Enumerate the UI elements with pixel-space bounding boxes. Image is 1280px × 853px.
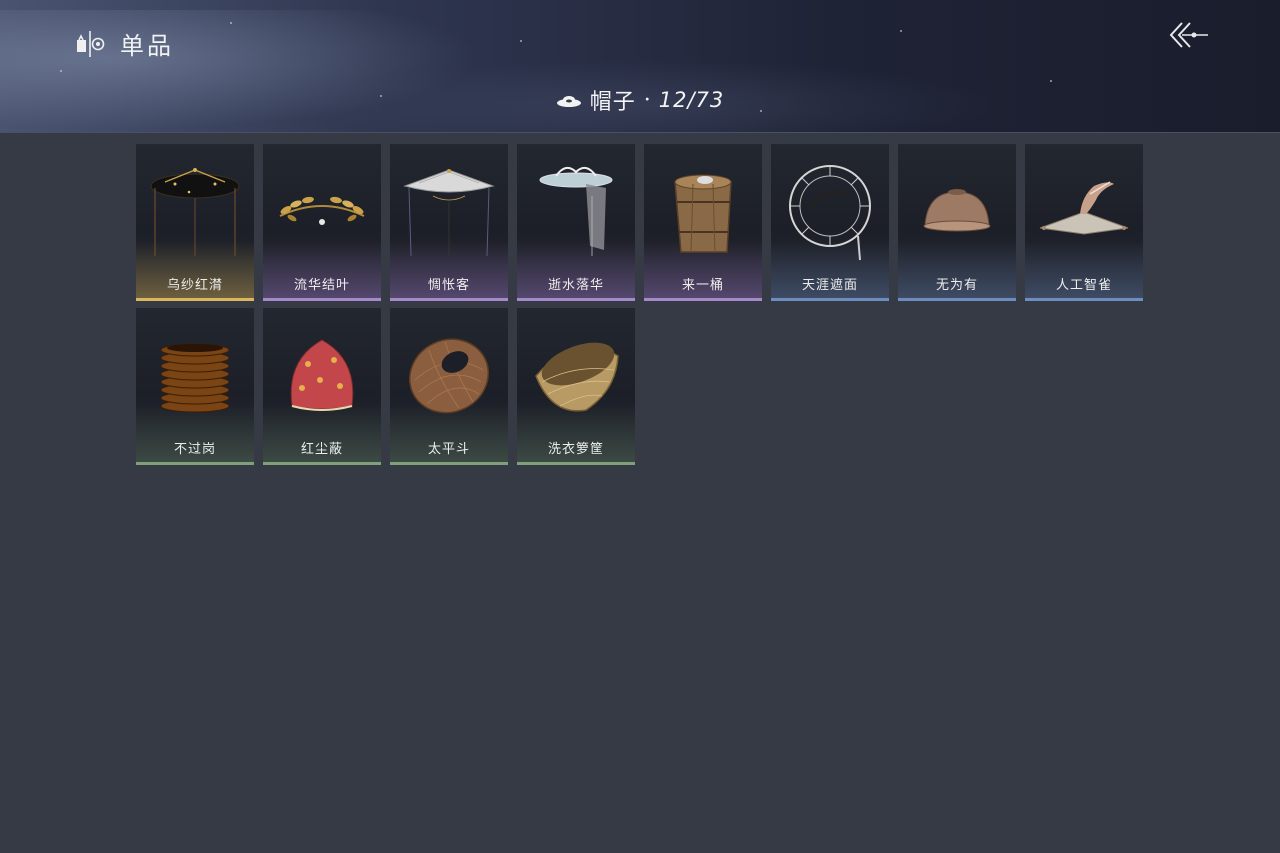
red-cloth-hood-icon — [290, 339, 354, 411]
item-name: 惆怅客 — [427, 278, 470, 293]
bird-hat-icon — [1039, 181, 1129, 235]
page-title: 单品 — [120, 32, 174, 60]
rarity-bar — [136, 298, 254, 301]
item-card[interactable]: 来一桶 — [644, 144, 762, 301]
wooden-bucket-hat-icon — [674, 174, 732, 253]
collection-count: 12/73 — [658, 88, 725, 112]
silver-veil-headpiece-icon — [539, 166, 613, 256]
rarity-bar — [263, 298, 381, 301]
golden-leaf-crown-icon — [279, 196, 365, 225]
laundry-basket-hat-icon — [535, 342, 619, 412]
white-veil-hat-icon — [403, 169, 495, 260]
item-name: 流华结叶 — [293, 278, 350, 293]
hat-category-icon — [556, 96, 581, 107]
rarity-bar — [390, 462, 508, 465]
woven-basket-hat-icon — [408, 338, 490, 414]
category-label: 帽子 — [589, 90, 636, 115]
bowl-hat-icon — [923, 189, 991, 232]
item-card[interactable]: 惆怅客 — [390, 144, 508, 301]
rarity-bar — [771, 298, 889, 301]
category-separator: · — [643, 87, 651, 113]
item-name: 乌纱红潸 — [166, 278, 223, 293]
rarity-bar — [517, 298, 635, 301]
rarity-bar — [390, 298, 508, 301]
category-header: 帽子 · 12/73 — [0, 84, 1280, 116]
item-card[interactable]: 天涯遮面 — [771, 144, 889, 301]
item-card[interactable]: 人工智雀 — [1025, 144, 1143, 301]
item-card[interactable]: 逝水落华 — [517, 144, 635, 301]
item-grid: 乌纱红潸 流华结叶 惆怅客 逝水落华 来一桶 天涯遮面 无为有 人工智雀 不过岗… — [136, 144, 1146, 465]
stacked-bowls-hat-icon — [160, 343, 230, 413]
rarity-bar — [1025, 298, 1143, 301]
item-card[interactable]: 流华结叶 — [263, 144, 381, 301]
item-card[interactable]: 无为有 — [898, 144, 1016, 301]
rarity-bar — [898, 298, 1016, 301]
rarity-bar — [263, 462, 381, 465]
rarity-bar — [644, 298, 762, 301]
wire-frame-hat-icon — [789, 165, 871, 261]
star-dot — [1050, 80, 1052, 82]
item-name: 红尘蔽 — [300, 442, 343, 457]
item-name: 洗衣箩筐 — [547, 442, 604, 457]
item-name: 逝水落华 — [547, 278, 604, 293]
item-card[interactable]: 红尘蔽 — [263, 308, 381, 465]
item-name: 来一桶 — [681, 278, 724, 293]
black-gauze-hat-icon — [150, 168, 240, 256]
star-dot — [900, 30, 902, 32]
wardrobe-icon — [77, 30, 105, 57]
item-name: 太平斗 — [427, 442, 470, 457]
star-dot — [230, 22, 232, 24]
page-title-group: 单品 — [74, 26, 174, 61]
item-name: 无为有 — [935, 278, 978, 293]
back-button[interactable] — [1166, 18, 1212, 52]
item-card[interactable]: 太平斗 — [390, 308, 508, 465]
item-name: 不过岗 — [173, 442, 216, 457]
rarity-bar — [517, 462, 635, 465]
back-arrow-icon — [1169, 22, 1208, 48]
item-card[interactable]: 洗衣箩筐 — [517, 308, 635, 465]
item-card[interactable]: 不过岗 — [136, 308, 254, 465]
item-name: 天涯遮面 — [801, 278, 858, 293]
item-name: 人工智雀 — [1055, 278, 1112, 293]
rarity-bar — [136, 462, 254, 465]
star-dot — [520, 40, 522, 42]
star-dot — [60, 70, 62, 72]
item-card[interactable]: 乌纱红潸 — [136, 144, 254, 301]
